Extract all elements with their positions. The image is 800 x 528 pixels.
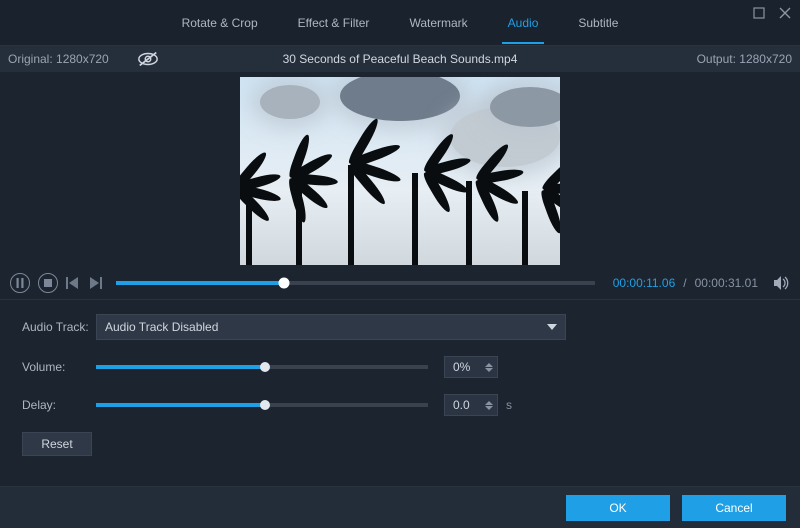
volume-value-input[interactable]: 0% — [444, 356, 498, 378]
tab-subtitle[interactable]: Subtitle — [578, 2, 618, 44]
stop-button[interactable] — [38, 273, 58, 293]
volume-step-down[interactable] — [485, 368, 493, 372]
info-bar: Original: 1280x720 30 Seconds of Peacefu… — [0, 46, 800, 72]
tab-rotate-crop[interactable]: Rotate & Crop — [182, 2, 258, 44]
volume-slider-track — [96, 365, 265, 369]
volume-value-text: 0% — [453, 360, 470, 374]
delay-unit: s — [506, 398, 512, 412]
ok-button[interactable]: OK — [566, 495, 670, 521]
volume-step-up[interactable] — [485, 363, 493, 367]
delay-slider-thumb[interactable] — [260, 400, 270, 410]
reset-button[interactable]: Reset — [22, 432, 92, 456]
maximize-button[interactable] — [750, 4, 768, 22]
audio-track-select[interactable]: Audio Track Disabled — [96, 314, 566, 340]
audio-track-value: Audio Track Disabled — [105, 320, 218, 334]
close-button[interactable] — [776, 4, 794, 22]
time-current: 00:00:11.06 — [613, 276, 676, 290]
delay-value-text: 0.0 — [453, 398, 470, 412]
delay-slider-track — [96, 403, 265, 407]
delay-step-up[interactable] — [485, 401, 493, 405]
next-frame-button[interactable] — [88, 277, 102, 289]
delay-stepper[interactable] — [485, 401, 493, 410]
volume-slider[interactable] — [96, 365, 428, 369]
time-total: 00:00:31.01 — [695, 276, 758, 290]
tab-effect-filter[interactable]: Effect & Filter — [298, 2, 370, 44]
play-pause-button[interactable] — [10, 273, 30, 293]
audio-panel: Audio Track: Audio Track Disabled Volume… — [0, 300, 800, 456]
volume-label: Volume: — [22, 360, 96, 374]
tab-audio[interactable]: Audio — [508, 2, 539, 44]
timeline-progress — [116, 281, 284, 285]
video-preview-area — [0, 72, 800, 266]
video-preview[interactable] — [240, 77, 560, 265]
player-controls: 00:00:11.06 / 00:00:31.01 — [0, 266, 800, 300]
cancel-button[interactable]: Cancel — [682, 495, 786, 521]
delay-slider[interactable] — [96, 403, 428, 407]
timeline-handle[interactable] — [278, 277, 289, 288]
tab-bar: Rotate & Crop Effect & Filter Watermark … — [0, 0, 800, 46]
volume-icon[interactable] — [774, 276, 790, 290]
delay-value-input[interactable]: 0.0 — [444, 394, 498, 416]
original-resolution: Original: 1280x720 — [8, 52, 109, 66]
timeline-scrubber[interactable] — [116, 281, 595, 285]
volume-slider-thumb[interactable] — [260, 362, 270, 372]
output-resolution: Output: 1280x720 — [697, 52, 792, 66]
delay-label: Delay: — [22, 398, 96, 412]
visibility-toggle-icon[interactable] — [137, 51, 159, 67]
tab-watermark[interactable]: Watermark — [409, 2, 467, 44]
prev-frame-button[interactable] — [66, 277, 80, 289]
dialog-footer: OK Cancel — [0, 486, 800, 528]
delay-step-down[interactable] — [485, 406, 493, 410]
audio-track-label: Audio Track: — [22, 320, 96, 334]
volume-stepper[interactable] — [485, 363, 493, 372]
chevron-down-icon — [547, 324, 557, 330]
time-separator: / — [683, 276, 686, 290]
